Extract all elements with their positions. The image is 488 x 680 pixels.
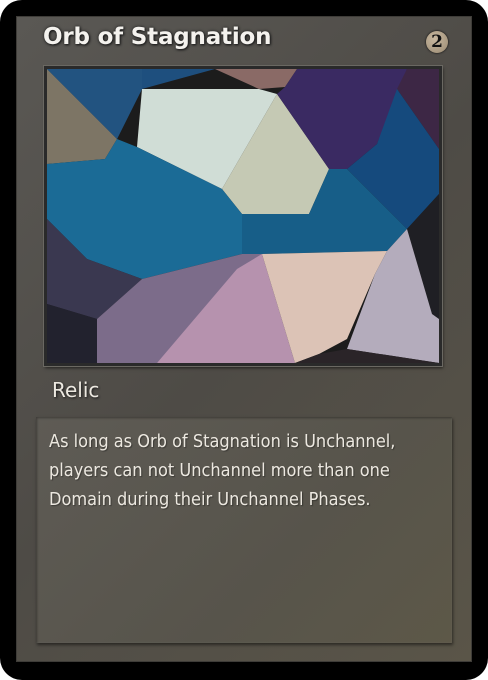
rules-text: As long as Orb of Stagnation is Unchanne…: [49, 431, 396, 510]
card-border: Orb of Stagnation 2 Relic As long as Orb…: [0, 0, 488, 680]
mana-cost-icon: 2: [426, 31, 448, 53]
abstract-polygon-art: [47, 69, 439, 363]
card-art: [44, 66, 442, 366]
card-type-line: Relic: [52, 378, 100, 402]
rules-text-box: As long as Orb of Stagnation is Unchanne…: [36, 417, 452, 643]
card-title: Orb of Stagnation: [43, 24, 272, 50]
